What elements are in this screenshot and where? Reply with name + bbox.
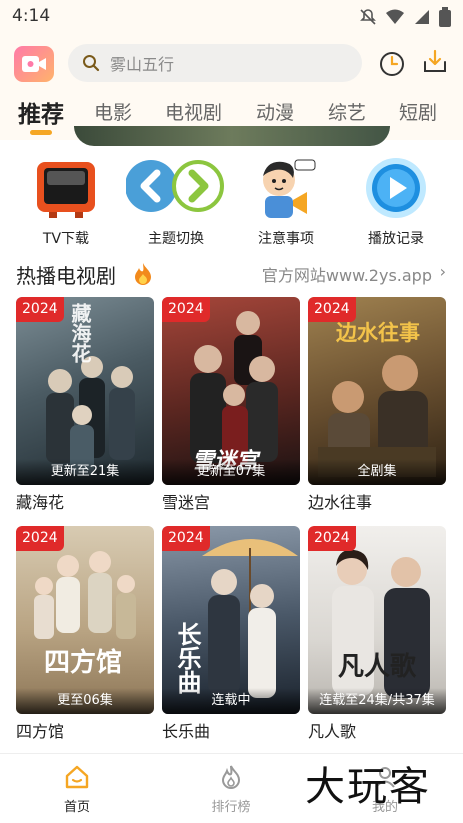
quick-link-label: 播放记录 — [368, 231, 424, 247]
drama-title: 边水往事 — [308, 493, 373, 512]
poster-image: 藏海花 2024 更新至21集 — [16, 297, 154, 485]
section-header: 热播电视剧 官方网站www.2ys.app › — [16, 258, 446, 288]
drama-card[interactable]: 长乐曲 2024 连载中 长乐曲 — [162, 526, 300, 742]
quick-link-theme-switch[interactable]: 主题切换 — [125, 156, 226, 248]
status-time: 4:14 — [12, 6, 51, 26]
quick-link-notice[interactable]: 注意事项 — [238, 156, 334, 248]
episode-status: 全剧集 — [308, 459, 446, 485]
search-input[interactable]: 雾山五行 — [68, 44, 362, 82]
drama-title: 藏海花 — [16, 493, 65, 512]
download-icon[interactable] — [421, 48, 449, 76]
search-icon — [83, 55, 100, 72]
drama-card[interactable]: 凡人歌 2024 连载至24集/共37集 凡人歌 — [308, 526, 446, 742]
drama-card[interactable]: 四方馆 2024 更至06集 四方馆 — [16, 526, 154, 742]
wifi-icon — [386, 9, 404, 24]
year-badge: 2024 — [308, 526, 356, 551]
play-record-icon — [363, 156, 429, 222]
poster-image: 凡人歌 2024 连载至24集/共37集 — [308, 526, 446, 714]
poster-title-art: 长乐曲 — [173, 622, 202, 694]
chevron-right-icon[interactable]: › — [440, 262, 446, 281]
poster-image: 四方馆 2024 更至06集 — [16, 526, 154, 714]
year-badge: 2024 — [162, 526, 210, 551]
tab-recommend[interactable]: 推荐 — [18, 95, 64, 129]
episode-status: 更新至07集 — [162, 459, 300, 485]
episode-status: 更至06集 — [16, 688, 154, 714]
status-bar: 4:14 — [0, 0, 463, 34]
header: 雾山五行 推荐 电影 电视剧 动漫 综艺 短剧 — [0, 34, 463, 140]
episode-status: 连载至24集/共37集 — [308, 688, 446, 714]
poster-image: 长乐曲 2024 连载中 — [162, 526, 300, 714]
banner-carousel[interactable] — [74, 126, 390, 146]
home-icon — [65, 765, 89, 789]
drama-card[interactable]: 雪迷宫 2024 更新至07集 雪迷宫 — [162, 297, 300, 513]
status-icons — [359, 7, 451, 27]
history-icon[interactable] — [378, 50, 406, 78]
quick-link-label: 注意事项 — [258, 231, 314, 247]
tab-anime[interactable]: 动漫 — [256, 98, 294, 125]
year-badge: 2024 — [16, 297, 64, 322]
tab-movie[interactable]: 电影 — [94, 98, 132, 125]
nav-label: 首页 — [63, 800, 90, 815]
episode-status: 连载中 — [162, 688, 300, 714]
battery-icon — [439, 7, 451, 27]
year-badge: 2024 — [16, 526, 64, 551]
drama-title: 雪迷宫 — [162, 493, 211, 512]
nav-label: 排行榜 — [211, 800, 251, 815]
quick-link-label: TV下载 — [42, 231, 90, 247]
episode-status: 更新至21集 — [16, 459, 154, 485]
tab-short-drama[interactable]: 短剧 — [399, 98, 437, 125]
theme-switch-icon — [125, 156, 226, 222]
poster-title-art: 凡人歌 — [338, 652, 417, 682]
drama-card[interactable]: 藏海花 2024 更新至21集 藏海花 — [16, 297, 154, 513]
year-badge: 2024 — [308, 297, 356, 322]
poster-title-art: 藏海花 — [68, 303, 92, 363]
section-title: 热播电视剧 — [16, 264, 116, 288]
search-placeholder: 雾山五行 — [110, 55, 175, 74]
signal-icon — [415, 10, 429, 24]
quick-link-tv-download[interactable]: TV下载 — [18, 156, 114, 248]
fire-icon — [135, 263, 151, 285]
tab-variety[interactable]: 综艺 — [328, 98, 366, 125]
watermark-logo: 大玩客 — [305, 764, 431, 810]
nav-home[interactable]: 首页 — [37, 764, 117, 815]
app-logo-icon[interactable] — [14, 46, 54, 82]
ranking-icon — [221, 765, 241, 789]
year-badge: 2024 — [162, 297, 210, 322]
quick-link-play-record[interactable]: 播放记录 — [348, 156, 444, 248]
nav-ranking[interactable]: 排行榜 — [191, 764, 271, 815]
poster-image: 边水往事 2024 全剧集 — [308, 297, 446, 485]
quick-link-label: 主题切换 — [148, 231, 204, 247]
mute-icon — [360, 9, 376, 25]
drama-card[interactable]: 边水往事 2024 全剧集 边水往事 — [308, 297, 446, 513]
drama-title: 四方馆 — [16, 722, 65, 741]
active-tab-indicator — [30, 130, 52, 135]
official-site-link[interactable]: 官方网站www.2ys.app — [262, 262, 432, 286]
poster-title-art: 四方馆 — [44, 648, 123, 678]
drama-title: 长乐曲 — [162, 722, 211, 741]
poster-image: 雪迷宫 2024 更新至07集 — [162, 297, 300, 485]
tv-icon — [33, 156, 99, 222]
drama-title: 凡人歌 — [308, 722, 357, 741]
tab-tv-series[interactable]: 电视剧 — [165, 98, 222, 125]
notice-icon — [253, 156, 319, 222]
